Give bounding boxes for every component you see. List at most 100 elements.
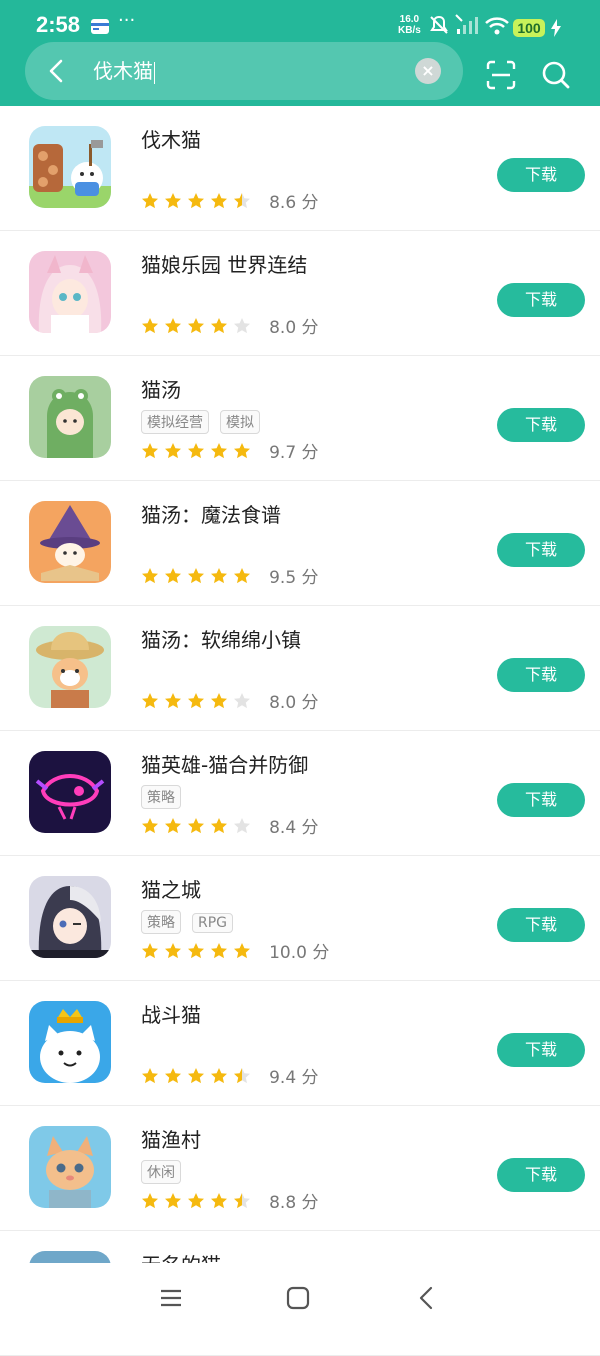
list-item[interactable]: 猫娘乐园 世界连结 8.0 分 下载: [0, 231, 600, 356]
star-icon: [188, 818, 204, 834]
app-score: 9.5 分: [269, 568, 319, 588]
app-icon-cat-fishing-village[interactable]: [29, 1126, 111, 1208]
search-input[interactable]: 伐木猫: [93, 57, 155, 85]
star-icon: [234, 193, 250, 209]
menu-icon[interactable]: [156, 1283, 186, 1313]
app-title[interactable]: 猫之城: [141, 874, 201, 903]
star-icon: [142, 193, 158, 209]
app-icon-cat-soup-magic-recipes[interactable]: [29, 501, 111, 583]
app-tag[interactable]: 策略: [141, 785, 181, 809]
app-title[interactable]: 猫汤：软绵绵小镇: [141, 624, 301, 653]
list-item[interactable]: 猫之城 策略 RPG 10.0 分 下载: [0, 856, 600, 981]
mute-bell-icon: [430, 15, 448, 34]
app-icon-city-of-cats[interactable]: [29, 876, 111, 958]
home-icon[interactable]: [283, 1283, 313, 1313]
star-icon: [234, 318, 250, 334]
app-icon-lumberjack-cat[interactable]: [29, 126, 111, 208]
star-icon: [165, 443, 181, 459]
star-icon: [142, 818, 158, 834]
star-icon: [165, 568, 181, 584]
star-rating: [141, 316, 256, 336]
app-icon-cat-girl-paradise[interactable]: [29, 251, 111, 333]
top-header: 2:58 ··· 16.0 KB/s 100 伐木猫 ×: [0, 0, 600, 106]
star-icon: [211, 318, 227, 334]
star-icon: [188, 568, 204, 584]
status-bar: 2:58 ··· 16.0 KB/s 100: [0, 0, 600, 44]
app-rating: 9.4 分: [141, 1063, 319, 1088]
app-tag[interactable]: 模拟经营: [141, 410, 209, 434]
star-icon: [211, 818, 227, 834]
app-score: 8.0 分: [269, 318, 319, 338]
app-tags: 策略: [141, 785, 192, 809]
download-button[interactable]: 下载: [497, 408, 585, 442]
app-rating: 9.7 分: [141, 438, 319, 463]
app-tag[interactable]: 模拟: [220, 410, 260, 434]
wifi-icon: [485, 17, 509, 35]
charging-icon: [551, 19, 561, 37]
net-speed: 16.0 KB/s: [398, 14, 421, 36]
download-button[interactable]: 下载: [497, 658, 585, 692]
app-score: 8.8 分: [269, 1193, 319, 1213]
list-item[interactable]: 猫汤 模拟经营 模拟 9.7 分 下载: [0, 356, 600, 481]
app-title[interactable]: 猫渔村: [141, 1124, 201, 1153]
list-item[interactable]: 猫汤：软绵绵小镇 8.0 分 下载: [0, 606, 600, 731]
app-title[interactable]: 猫英雄-猫合并防御: [141, 749, 308, 778]
app-title[interactable]: 伐木猫: [141, 124, 201, 153]
star-icon: [234, 568, 250, 584]
star-icon: [165, 318, 181, 334]
star-icon: [188, 318, 204, 334]
app-icon-cat-soup-fluffy-town[interactable]: [29, 626, 111, 708]
star-icon: [188, 193, 204, 209]
app-icon-cat-hero-merge-defense[interactable]: [29, 751, 111, 833]
status-time: 2:58: [36, 12, 81, 37]
star-icon: [142, 943, 158, 959]
clear-search-button[interactable]: ×: [415, 58, 441, 84]
app-title[interactable]: 猫汤：魔法食谱: [141, 499, 281, 528]
star-rating: [141, 1066, 256, 1086]
list-item[interactable]: 猫英雄-猫合并防御 策略 8.4 分 下载: [0, 731, 600, 856]
list-item[interactable]: 猫渔村 休闲 8.8 分 下载: [0, 1106, 600, 1231]
star-icon: [211, 443, 227, 459]
app-score: 8.0 分: [269, 693, 319, 713]
star-icon: [234, 693, 250, 709]
app-tag[interactable]: RPG: [192, 913, 234, 933]
back-arrow-icon[interactable]: [43, 57, 71, 85]
search-bar[interactable]: 伐木猫 ×: [25, 42, 463, 100]
app-title[interactable]: 猫娘乐园 世界连结: [141, 249, 307, 278]
wallet-icon: [91, 19, 109, 34]
app-result-list: 伐木猫 8.6 分 下载 猫娘乐园 世界连结 8.0 分 下载 猫汤 模拟经营 …: [0, 106, 600, 1356]
app-tags: 模拟经营 模拟: [141, 410, 271, 434]
star-rating: [141, 566, 256, 586]
app-tag[interactable]: 策略: [141, 910, 181, 934]
search-icon[interactable]: [541, 60, 571, 90]
app-tag[interactable]: 休闲: [141, 1160, 181, 1184]
app-title[interactable]: 猫汤: [141, 374, 181, 403]
star-icon: [188, 693, 204, 709]
download-button[interactable]: 下载: [497, 1158, 585, 1192]
system-nav-bar: [0, 1263, 600, 1333]
app-icon-battle-cats[interactable]: [29, 1001, 111, 1083]
list-item[interactable]: 猫汤：魔法食谱 9.5 分 下载: [0, 481, 600, 606]
download-button[interactable]: 下载: [497, 908, 585, 942]
download-button[interactable]: 下载: [497, 1033, 585, 1067]
app-icon-cat-soup[interactable]: [29, 376, 111, 458]
app-rating: 8.4 分: [141, 813, 319, 838]
list-item[interactable]: 战斗猫 9.4 分 下载: [0, 981, 600, 1106]
star-icon: [188, 1193, 204, 1209]
star-icon: [211, 1068, 227, 1084]
app-tags: 休闲: [141, 1160, 192, 1184]
download-button[interactable]: 下载: [497, 283, 585, 317]
signal-icon: [455, 14, 478, 34]
star-icon: [165, 818, 181, 834]
scan-icon[interactable]: [486, 60, 516, 90]
list-item[interactable]: 伐木猫 8.6 分 下载: [0, 106, 600, 231]
star-icon: [188, 943, 204, 959]
download-button[interactable]: 下载: [497, 783, 585, 817]
star-icon: [234, 1193, 250, 1209]
star-icon: [188, 1068, 204, 1084]
download-button[interactable]: 下载: [497, 533, 585, 567]
star-icon: [165, 1193, 181, 1209]
back-icon[interactable]: [411, 1283, 441, 1313]
download-button[interactable]: 下载: [497, 158, 585, 192]
app-title[interactable]: 战斗猫: [141, 999, 201, 1028]
